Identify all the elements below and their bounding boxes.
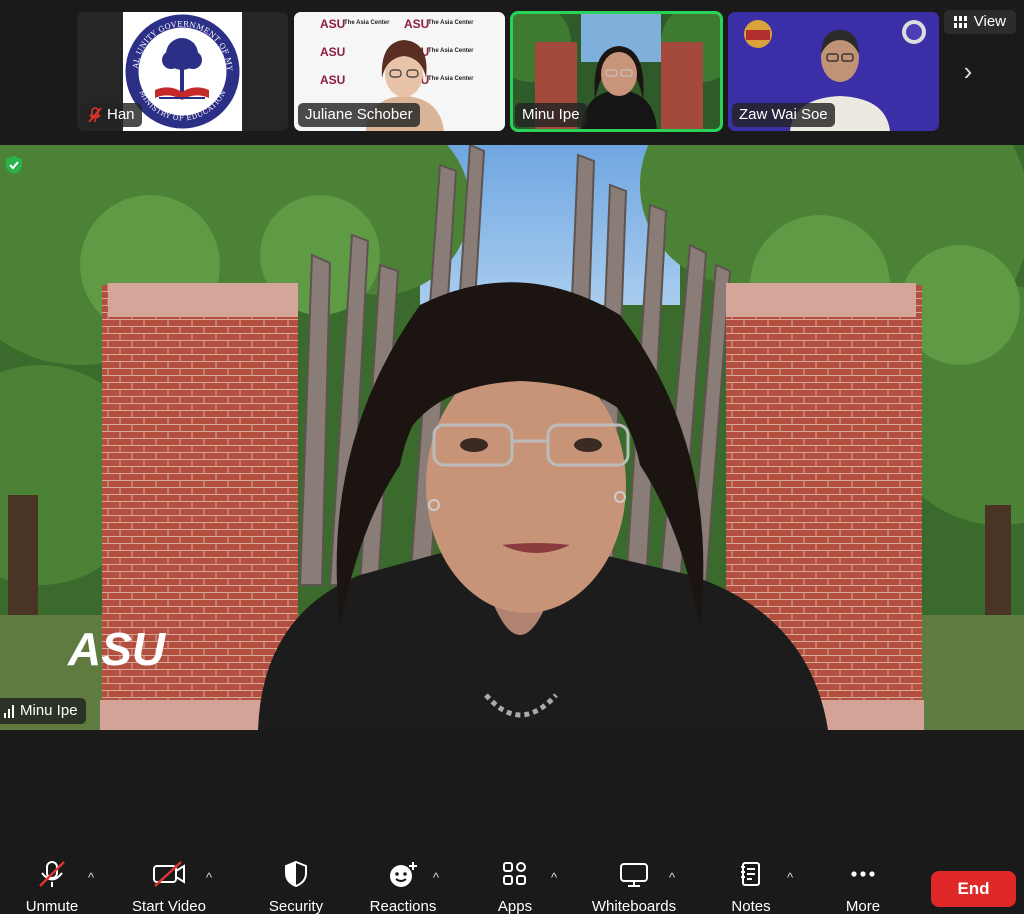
participant-name: Zaw Wai Soe	[739, 106, 828, 123]
whiteboard-icon	[620, 863, 648, 887]
grid-icon	[953, 16, 967, 28]
reactions-label: Reactions	[369, 898, 437, 914]
gallery-strip: NATIONAL UNITY GOVERNMENT OF MYANMAR MIN…	[0, 0, 1024, 140]
speaker-nametag: Minu Ipe	[0, 698, 86, 724]
asu-center-text: The Asia Center	[428, 48, 474, 54]
video-camera-off-icon	[153, 861, 185, 887]
chevron-up-icon[interactable]: ^	[433, 870, 439, 885]
unmute-button[interactable]: Unmute	[14, 860, 90, 914]
unmute-label: Unmute	[25, 898, 79, 914]
main-speaker-video: ASU Minu Ipe	[0, 145, 1024, 730]
participant-tile-minu-ipe[interactable]: Minu Ipe	[510, 11, 723, 132]
more-label: More	[845, 898, 881, 914]
ellipsis-icon	[851, 871, 875, 877]
security-button[interactable]: Security	[258, 860, 334, 914]
end-meeting-button[interactable]: End	[931, 871, 1016, 907]
start-video-label: Start Video	[132, 898, 206, 914]
shield-icon	[285, 860, 307, 888]
asu-wordmark: ASU	[320, 73, 345, 87]
view-label: View	[973, 13, 1006, 30]
asu-wordmark: ASU	[320, 45, 345, 59]
chevron-up-icon[interactable]: ^	[88, 870, 94, 885]
participant-tile-zaw-wai-soe[interactable]: Zaw Wai Soe	[728, 12, 939, 131]
speaker-name: Minu Ipe	[20, 702, 78, 719]
view-button[interactable]: View	[943, 10, 1016, 34]
participant-nametag: Han	[81, 103, 142, 127]
participant-tile-juliane-schober[interactable]: ASU The Asia Center ASU The Asia Center …	[294, 12, 505, 131]
participant-tile-han[interactable]: NATIONAL UNITY GOVERNMENT OF MYANMAR MIN…	[77, 12, 288, 131]
asu-wordmark: ASU	[320, 17, 345, 31]
reactions-button[interactable]: Reactions	[360, 860, 446, 914]
participant-nametag: Minu Ipe	[515, 103, 587, 127]
microphone-muted-icon	[39, 861, 65, 887]
security-label: Security	[268, 898, 324, 914]
apps-button[interactable]: Apps	[486, 860, 544, 914]
asu-center-text: The Asia Center	[344, 20, 390, 26]
apps-icon	[503, 862, 526, 885]
more-button[interactable]: More	[834, 860, 892, 914]
whiteboards-label: Whiteboards	[591, 898, 677, 914]
notes-label: Notes	[731, 898, 771, 914]
chevron-up-icon[interactable]: ^	[669, 870, 675, 885]
asu-center-text: The Asia Center	[428, 20, 474, 26]
encryption-shield-icon[interactable]	[4, 155, 24, 175]
participant-name: Han	[107, 106, 135, 123]
asu-wordmark: ASU	[404, 17, 429, 31]
smiley-plus-icon	[390, 862, 417, 887]
signal-strength-icon	[4, 704, 14, 718]
virtual-background: ASU	[0, 145, 1024, 730]
chevron-up-icon[interactable]: ^	[206, 870, 212, 885]
notes-icon	[741, 862, 760, 886]
chevron-right-icon[interactable]: ›	[956, 56, 980, 86]
participant-nametag: Juliane Schober	[298, 103, 420, 127]
participant-nametag: Zaw Wai Soe	[732, 103, 835, 127]
microphone-muted-icon	[88, 107, 102, 123]
whiteboards-button[interactable]: Whiteboards	[582, 860, 686, 914]
asu-center-text: The Asia Center	[428, 76, 474, 82]
asu-background-logo: ASU	[67, 623, 167, 675]
start-video-button[interactable]: Start Video	[120, 860, 218, 914]
meeting-toolbar: Unmute ^ Start Video ^ Security Reaction…	[0, 854, 1024, 914]
chevron-up-icon[interactable]: ^	[551, 870, 557, 885]
chevron-up-icon[interactable]: ^	[787, 870, 793, 885]
apps-label: Apps	[497, 898, 533, 914]
participant-name: Minu Ipe	[522, 106, 580, 123]
notes-button[interactable]: Notes	[722, 860, 780, 914]
participant-name: Juliane Schober	[305, 106, 413, 123]
